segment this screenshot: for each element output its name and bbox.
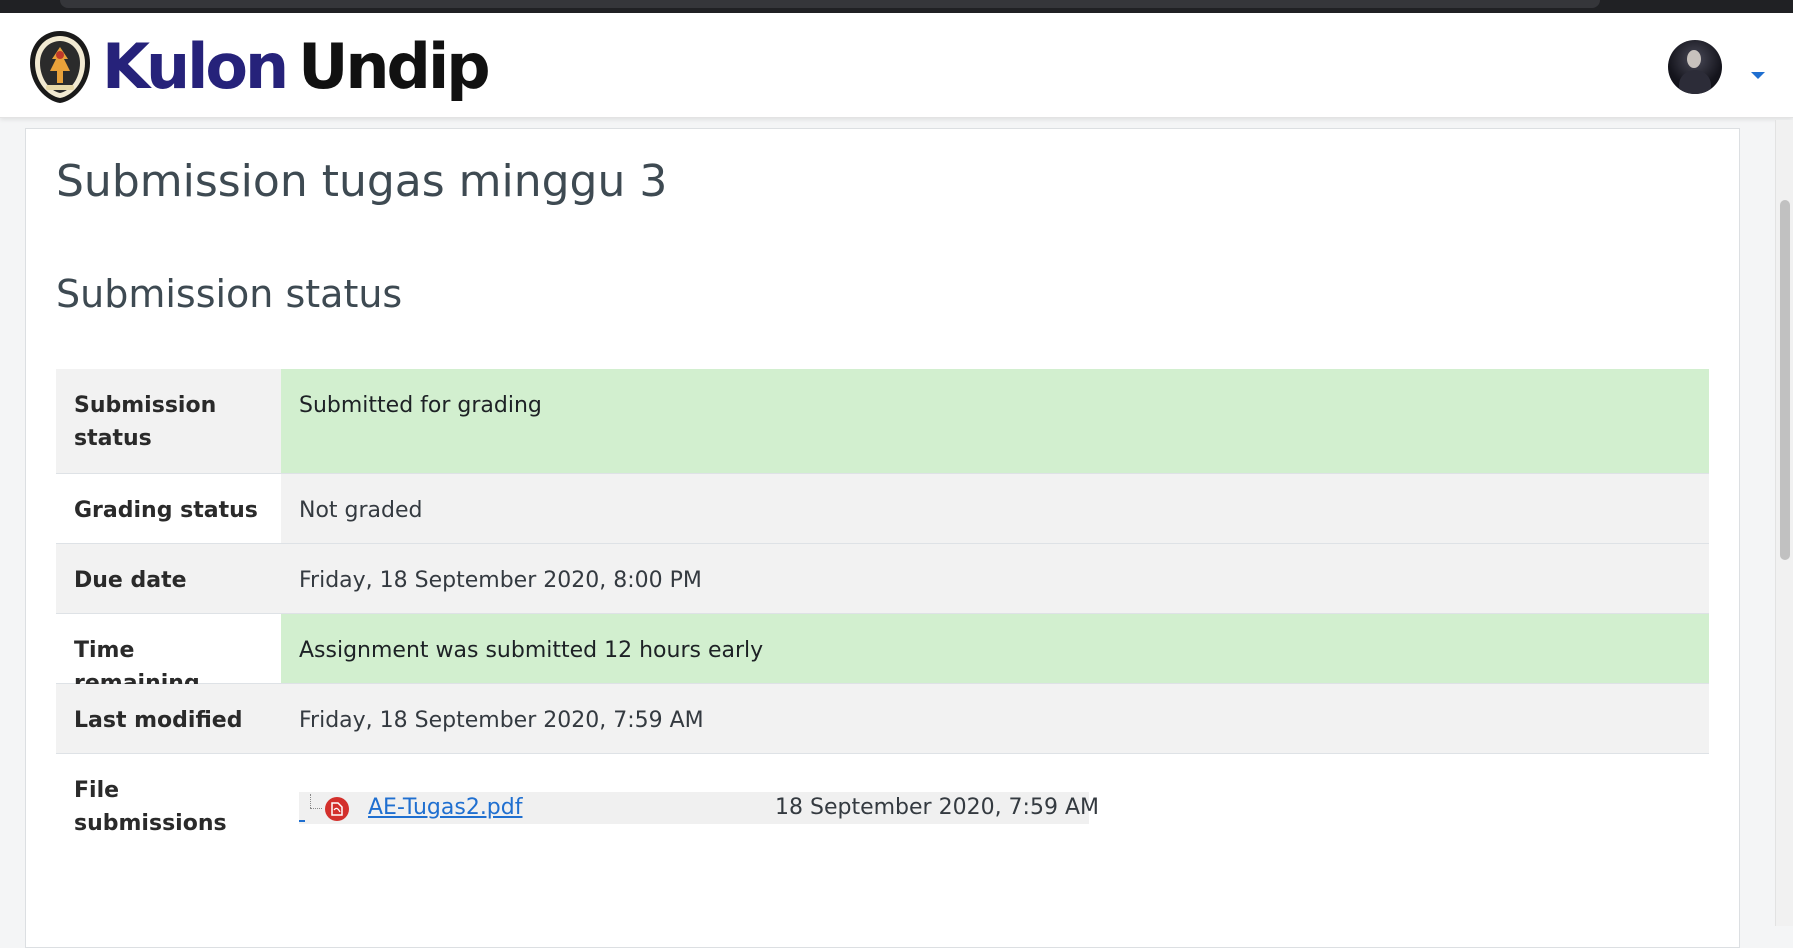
top-navbar: Kulon Undip (0, 13, 1793, 118)
row-label: Last modified (56, 684, 281, 753)
row-value: Assignment was submitted 12 hours early (281, 614, 1709, 683)
section-title: Submission status (56, 272, 403, 316)
user-avatar[interactable] (1668, 40, 1722, 94)
tree-connector (299, 792, 325, 824)
brand-name-part1: Kulon (102, 30, 289, 103)
brand-name-part2: Undip (298, 30, 490, 103)
table-row: File submissions AE-Tugas2.pdf 18 Septem… (56, 753, 1709, 873)
row-value: Submitted for grading (281, 369, 1709, 473)
page-title: Submission tugas minggu 3 (56, 156, 668, 207)
chevron-down-icon[interactable] (1751, 72, 1765, 79)
table-row: Last modified Friday, 18 September 2020,… (56, 683, 1709, 753)
avatar-body (1679, 70, 1711, 94)
row-label: Due date (56, 544, 281, 613)
table-row: Due date Friday, 18 September 2020, 8:00… (56, 543, 1709, 613)
browser-top-strip (0, 0, 1793, 13)
row-label: Grading status (56, 474, 281, 543)
university-emblem-icon (30, 31, 90, 103)
row-label: File submissions (56, 754, 281, 873)
file-tree: AE-Tugas2.pdf 18 September 2020, 7:59 AM (299, 792, 1099, 824)
row-value: Not graded (281, 474, 1709, 543)
table-row: Time remaining Assignment was submitted … (56, 613, 1709, 696)
submission-status-table: Submission status Submitted for grading … (56, 369, 1709, 873)
file-submissions-cell: AE-Tugas2.pdf 18 September 2020, 7:59 AM (281, 754, 1709, 873)
file-download-link[interactable]: AE-Tugas2.pdf (368, 792, 522, 824)
row-value: Friday, 18 September 2020, 7:59 AM (281, 684, 1709, 753)
site-brand[interactable]: Kulon Undip (28, 27, 491, 107)
scrollbar-thumb[interactable] (1780, 200, 1790, 560)
page-scrollbar[interactable] (1775, 120, 1793, 926)
table-row: Submission status Submitted for grading (56, 369, 1709, 473)
row-label: Submission status (56, 369, 281, 473)
avatar-face (1687, 50, 1701, 68)
row-value: Friday, 18 September 2020, 8:00 PM (281, 544, 1709, 613)
pdf-file-icon (325, 797, 349, 821)
row-label: Time remaining (56, 614, 281, 696)
browser-address-bar-edge (60, 0, 1600, 8)
table-row: Grading status Not graded (56, 473, 1709, 543)
file-date: 18 September 2020, 7:59 AM (775, 795, 1099, 820)
